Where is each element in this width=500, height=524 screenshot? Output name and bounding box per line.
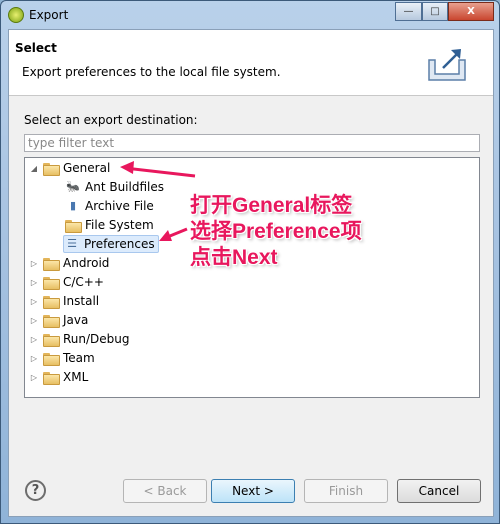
close-button[interactable]: X (448, 2, 494, 21)
folder-icon (43, 276, 60, 290)
annotation-line: 打开General标签 (190, 194, 353, 217)
collapsed-arrow-icon[interactable]: ▷ (29, 297, 39, 306)
tree-item-label: General (63, 161, 111, 175)
collapsed-arrow-icon[interactable]: ▷ (29, 259, 39, 268)
tree-item-cpp[interactable]: ▷ C/C++ (29, 273, 104, 291)
tree-item-label: Archive File (85, 199, 154, 213)
tree-item-label: Preferences (84, 237, 155, 251)
folder-icon (43, 162, 60, 176)
tree-item-label: Java (63, 313, 89, 327)
tree-item-ant-buildfiles[interactable]: 🐜 Ant Buildfiles (65, 178, 164, 196)
page-title: Select (15, 41, 57, 55)
tree-item-android[interactable]: ▷ Android (29, 254, 109, 272)
tree-item-label: Install (63, 294, 100, 308)
cancel-button[interactable]: Cancel (397, 479, 481, 503)
tree-item-xml[interactable]: ▷ XML (29, 368, 88, 386)
tree-item-install[interactable]: ▷ Install (29, 292, 99, 310)
annotation-line: 点击Next (190, 246, 278, 269)
destination-label: Select an export destination: (24, 113, 198, 127)
preferences-icon: ☰ (67, 237, 77, 250)
tree-item-label: Android (63, 256, 110, 270)
folder-icon (43, 371, 60, 385)
tree-item-java[interactable]: ▷ Java (29, 311, 88, 329)
archive-icon: ▮ (69, 199, 77, 212)
export-icon (428, 49, 466, 81)
tree-item-archive-file[interactable]: ▮ Archive File (65, 197, 154, 215)
help-button[interactable]: ? (25, 480, 46, 501)
back-button[interactable]: < Back (123, 479, 207, 503)
tree-item-team[interactable]: ▷ Team (29, 349, 95, 367)
tree-item-label: Team (63, 351, 95, 365)
collapsed-arrow-icon[interactable]: ▷ (29, 335, 39, 344)
expanded-arrow-icon[interactable]: ◢ (29, 164, 39, 173)
wizard-header: Select Export preferences to the local f… (9, 30, 493, 96)
tree-item-label: Ant Buildfiles (85, 180, 164, 194)
annotation-line: 选择Preference项 (190, 220, 362, 243)
collapsed-arrow-icon[interactable]: ▷ (29, 278, 39, 287)
next-button[interactable]: Next > (211, 479, 295, 503)
folder-icon (43, 352, 60, 366)
page-description: Export preferences to the local file sys… (22, 65, 281, 79)
maximize-button[interactable]: □ (422, 2, 448, 21)
folder-icon (65, 219, 82, 233)
collapsed-arrow-icon[interactable]: ▷ (29, 316, 39, 325)
collapsed-arrow-icon[interactable]: ▷ (29, 354, 39, 363)
collapsed-arrow-icon[interactable]: ▷ (29, 373, 39, 382)
eclipse-icon (8, 7, 24, 23)
folder-icon (43, 257, 60, 271)
tree-item-file-system[interactable]: File System (65, 216, 154, 234)
tree-item-preferences[interactable]: ☰ Preferences (63, 235, 159, 253)
finish-button[interactable]: Finish (304, 479, 388, 503)
title-bar: Export — □ X (1, 1, 500, 29)
folder-icon (43, 314, 60, 328)
minimize-button[interactable]: — (395, 2, 422, 21)
folder-icon (43, 333, 60, 347)
tree-item-label: XML (63, 370, 89, 384)
tree-item-run-debug[interactable]: ▷ Run/Debug (29, 330, 130, 348)
filter-input[interactable]: type filter text (24, 134, 480, 152)
tree-item-label: C/C++ (63, 275, 104, 289)
dialog-body: Select Export preferences to the local f… (8, 29, 494, 517)
window-title: Export (29, 8, 69, 22)
tree-item-label: Run/Debug (63, 332, 130, 346)
annotation-text: 打开General标签 选择Preference项 点击Next (190, 193, 362, 271)
tree-item-general[interactable]: ◢ General (29, 159, 110, 177)
folder-icon (43, 295, 60, 309)
ant-icon: 🐜 (66, 180, 80, 193)
tree-item-label: File System (85, 218, 154, 232)
